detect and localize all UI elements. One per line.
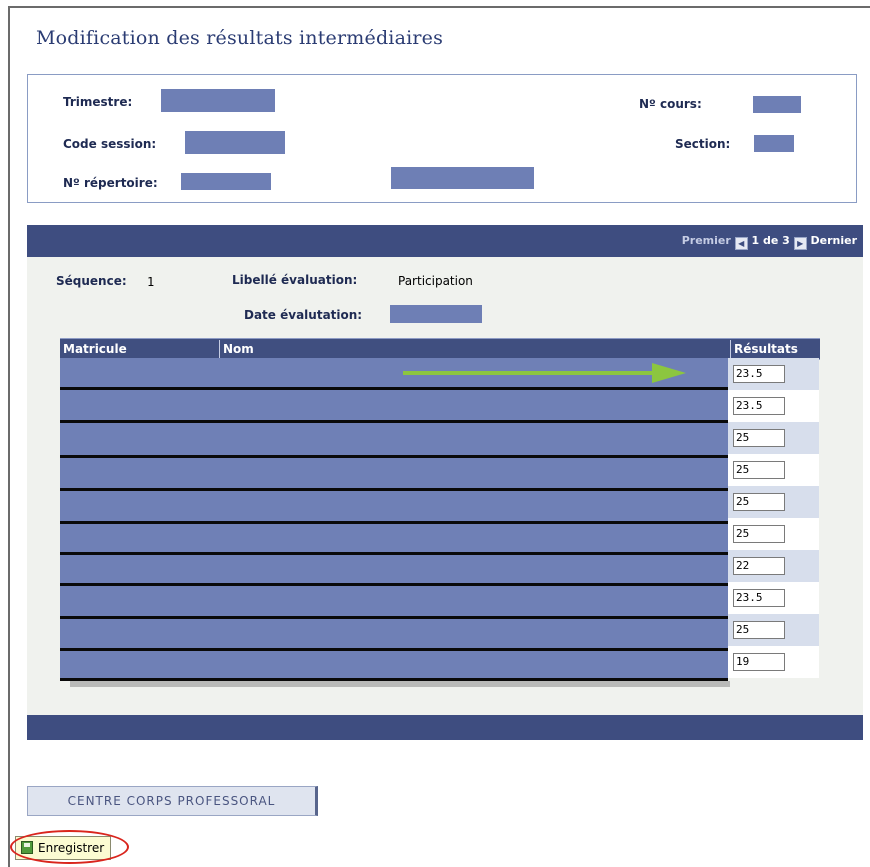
next-page-icon[interactable]: ▶	[793, 237, 807, 250]
result-cell: 19	[728, 646, 819, 678]
annotation-arrow-shaft	[403, 371, 661, 375]
trimestre-label: Trimestre:	[63, 95, 133, 109]
result-input[interactable]: 25	[733, 525, 785, 543]
table-row-redacted	[60, 646, 728, 680]
result-input[interactable]: 23.5	[733, 397, 785, 415]
table-row-redacted	[60, 454, 728, 486]
table-row-redacted	[60, 582, 728, 614]
results-grid-header: Matricule Nom Résultats	[60, 338, 820, 360]
result-input[interactable]: 23.5	[733, 589, 785, 607]
section-value-redacted	[754, 135, 794, 152]
redaction-line	[60, 616, 728, 619]
annotation-circle	[10, 830, 129, 864]
result-input[interactable]: 25	[733, 429, 785, 447]
result-cell: 22	[728, 550, 819, 582]
result-input[interactable]: 23.5	[733, 365, 785, 383]
result-input[interactable]: 22	[733, 557, 785, 575]
column-header-matricule: Matricule	[63, 342, 127, 356]
redaction-line	[60, 583, 728, 586]
repertoire-label: Nº répertoire:	[63, 176, 158, 190]
redaction-line	[60, 648, 728, 651]
course-info-panel: Trimestre: Code session: Nº répertoire: …	[27, 74, 857, 203]
redaction-line	[60, 455, 728, 458]
repertoire-value-redacted	[181, 173, 271, 190]
cours-value-redacted	[753, 96, 801, 113]
trimestre-value-redacted	[161, 89, 275, 112]
teacher-name-redacted	[391, 167, 534, 189]
result-cell: 25	[728, 422, 819, 454]
pager-last-link[interactable]: Dernier	[810, 234, 857, 247]
page-title: Modification des résultats intermédiaire…	[36, 27, 444, 49]
libelle-label: Libellé évaluation:	[232, 273, 358, 287]
window-frame-left	[8, 6, 10, 867]
libelle-value: Participation	[398, 274, 473, 288]
redaction-line	[60, 521, 728, 524]
date-evaluation-value-redacted	[390, 305, 482, 323]
sequence-label: Séquence:	[56, 274, 127, 288]
result-cell: 23.5	[728, 358, 819, 390]
pager-first-link[interactable]: Premier	[682, 234, 731, 247]
code-session-value-redacted	[185, 131, 285, 154]
first-page-icon[interactable]: ◀	[734, 237, 748, 250]
centre-corps-professoral-button[interactable]: CENTRE CORPS PROFESSORAL	[27, 786, 318, 816]
result-cell: 23.5	[728, 582, 819, 614]
date-evaluation-label: Date évalutation:	[244, 308, 363, 322]
sequence-value: 1	[147, 275, 155, 289]
redaction-line	[60, 420, 728, 423]
result-cell: 25	[728, 518, 819, 550]
result-cell: 23.5	[728, 390, 819, 422]
code-session-label: Code session:	[63, 137, 157, 151]
result-input[interactable]: 25	[733, 621, 785, 639]
column-header-nom: Nom	[219, 340, 254, 358]
section-label: Section:	[675, 137, 731, 151]
result-cell: 25	[728, 486, 819, 518]
pager: Premier ◀ 1 de 3 ▶ Dernier	[682, 234, 857, 250]
redaction-line	[60, 387, 728, 390]
evaluation-footer-band	[27, 715, 863, 740]
table-row-redacted	[60, 390, 728, 422]
result-input[interactable]: 25	[733, 461, 785, 479]
result-cell: 25	[728, 454, 819, 486]
window-frame-top	[8, 6, 870, 8]
column-header-resultats: Résultats	[730, 340, 798, 358]
result-input[interactable]: 25	[733, 493, 785, 511]
redaction-line	[60, 488, 728, 491]
arrow-right-icon	[652, 363, 686, 383]
evaluation-header-band: Premier ◀ 1 de 3 ▶ Dernier	[27, 225, 863, 257]
redaction-shadow	[70, 681, 730, 687]
result-cell: 25	[728, 614, 819, 646]
cours-label: Nº cours:	[639, 97, 702, 111]
pager-position: 1 de 3	[751, 234, 790, 247]
table-row-redacted	[60, 422, 728, 454]
result-input[interactable]: 19	[733, 653, 785, 671]
redaction-line	[60, 552, 728, 555]
